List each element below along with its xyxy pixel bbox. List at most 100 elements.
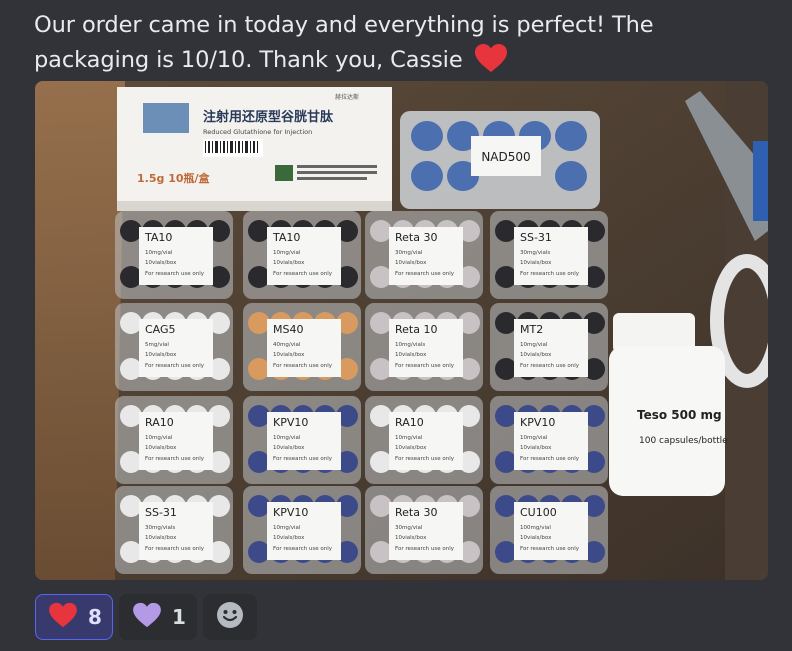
vial-count: 10vials/box: [145, 352, 177, 358]
svg-text:赫拉达斯: 赫拉达斯: [335, 93, 359, 101]
vial-name: Reta 10: [395, 323, 437, 336]
vial-name: KPV10: [273, 416, 308, 429]
vial-name: Reta 30: [395, 506, 437, 519]
vial-box: KPV10 10mg/vial 10vials/box For research us…: [490, 396, 608, 484]
vial-name: KPV10: [273, 506, 308, 519]
svg-text:Teso 500 mg: Teso 500 mg: [637, 408, 722, 422]
product-photo: 注射用还原型谷胱甘肽 Reduced Glutathione for Injec…: [35, 81, 768, 580]
vial-note: For research use only: [145, 271, 205, 277]
vial-count: 10vials/box: [145, 260, 177, 266]
vial-name: RA10: [395, 416, 424, 429]
vial-dose: 5mg/vial: [145, 342, 169, 348]
reactions-bar: 8 1: [35, 594, 257, 640]
vial-box: RA10 10mg/vial 10vials/box For research use…: [115, 396, 233, 484]
vial-note: For research use only: [273, 271, 333, 277]
svg-text:注射用还原型谷胱甘肽: 注射用还原型谷胱甘肽: [203, 109, 334, 125]
red-heart-icon: [48, 602, 78, 633]
reaction-purple-heart[interactable]: 1: [119, 594, 197, 640]
vial-count: 10vials/box: [145, 445, 177, 451]
vial-dose: 10mg/vial: [273, 250, 301, 256]
nad-box: NAD500: [400, 111, 600, 209]
vial-count: 10vials/box: [520, 535, 552, 541]
vial-note: For research use only: [520, 363, 580, 369]
vial-dose: 30mg/vials: [520, 250, 550, 256]
vial-note: For research use only: [395, 546, 455, 552]
vial-count: 10vials/box: [395, 535, 427, 541]
vial-dose: 40mg/vial: [273, 342, 301, 348]
vial-box: MT2 10mg/vial 10vials/box For research use …: [490, 303, 608, 391]
vial-name: Reta 30: [395, 231, 437, 244]
vial-count: 10vials/box: [273, 260, 305, 266]
vial-count: 10vials/box: [273, 352, 305, 358]
svg-text:NAD500: NAD500: [481, 150, 530, 164]
vial-box: MS40 40mg/vial 10vials/box For research use…: [243, 303, 361, 391]
vial-box: CU100 100mg/vial 10vials/box For research u…: [490, 486, 608, 574]
vial-dose: 30mg/vials: [145, 525, 175, 531]
vial-note: For research use only: [395, 271, 455, 277]
vial-box: Reta 30 30mg/vial 10vials/box For research …: [365, 211, 483, 299]
vial-name: TA10: [144, 231, 172, 244]
svg-text:1.5g 10瓶/盒: 1.5g 10瓶/盒: [137, 171, 211, 185]
vial-count: 10vials/box: [395, 352, 427, 358]
vial-name: SS-31: [520, 231, 552, 244]
vial-dose: 30mg/vial: [395, 525, 423, 531]
vial-name: MT2: [520, 323, 543, 336]
vial-name: TA10: [272, 231, 300, 244]
vial-note: For research use only: [145, 546, 205, 552]
vial-dose: 10mg/vial: [520, 435, 548, 441]
reaction-red-heart[interactable]: 8: [35, 594, 113, 640]
vial-note: For research use only: [273, 456, 333, 462]
vial-count: 10vials/box: [273, 445, 305, 451]
vial-dose: 100mg/vial: [520, 525, 551, 531]
vial-count: 10vials/box: [520, 352, 552, 358]
vial-dose: 10mg/vial: [145, 250, 173, 256]
vial-note: For research use only: [145, 363, 205, 369]
reaction-count: 8: [88, 605, 102, 629]
vial-note: For research use only: [145, 456, 205, 462]
vial-note: For research use only: [273, 546, 333, 552]
red-heart-emoji-icon: [474, 43, 508, 84]
vial-box: SS-31 30mg/vials 10vials/box For research u…: [490, 211, 608, 299]
vial-dose: 10mg/vial: [395, 435, 423, 441]
vial-count: 10vials/box: [395, 260, 427, 266]
svg-text:100 capsules/bottle: 100 capsules/bottle: [639, 436, 728, 446]
vial-box: Reta 10 10mg/vials 10vials/box For research…: [365, 303, 483, 391]
vial-box: Reta 30 30mg/vial 10vials/box For research …: [365, 486, 483, 574]
vial-dose: 10mg/vial: [145, 435, 173, 441]
vial-name: SS-31: [145, 506, 177, 519]
smiley-icon: [216, 601, 244, 633]
svg-text:Reduced Glutathione for Inject: Reduced Glutathione for Injection: [203, 128, 312, 136]
reaction-count: 1: [172, 605, 186, 629]
vial-dose: 10mg/vial: [520, 342, 548, 348]
vial-dose: 10mg/vial: [273, 525, 301, 531]
vial-box: TA10 10mg/vial 10vials/box For research use…: [115, 211, 233, 299]
vial-name: CAG5: [145, 323, 176, 336]
vial-box: CAG5 5mg/vial 10vials/box For research use …: [115, 303, 233, 391]
vial-note: For research use only: [520, 271, 580, 277]
vial-dose: 10mg/vials: [395, 342, 425, 348]
vial-count: 10vials/box: [520, 445, 552, 451]
add-reaction-button[interactable]: [203, 594, 257, 640]
vial-name: MS40: [273, 323, 303, 336]
vial-name: CU100: [520, 506, 557, 519]
vial-count: 10vials/box: [273, 535, 305, 541]
vial-note: For research use only: [395, 456, 455, 462]
vial-box: KPV10 10mg/vial 10vials/box For research us…: [243, 486, 361, 574]
vial-box: TA10 10mg/vial 10vials/box For research use…: [243, 211, 361, 299]
message-content: Our order came in today and everything i…: [34, 8, 774, 84]
purple-heart-icon: [132, 602, 162, 633]
vial-box: RA10 10mg/vial 10vials/box For research use…: [365, 396, 483, 484]
vial-name: RA10: [145, 416, 174, 429]
vial-count: 10vials/box: [395, 445, 427, 451]
vial-dose: 30mg/vial: [395, 250, 423, 256]
vial-count: 10vials/box: [520, 260, 552, 266]
glutathione-box: 注射用还原型谷胱甘肽 Reduced Glutathione for Injec…: [117, 87, 392, 211]
message-text: Our order came in today and everything i…: [34, 12, 654, 73]
vial-name: KPV10: [520, 416, 555, 429]
vial-note: For research use only: [395, 363, 455, 369]
vial-note: For research use only: [520, 456, 580, 462]
vial-note: For research use only: [273, 363, 333, 369]
vial-box: SS-31 30mg/vials 10vials/box For research u…: [115, 486, 233, 574]
vial-box: KPV10 10mg/vial 10vials/box For research us…: [243, 396, 361, 484]
image-attachment[interactable]: 注射用还原型谷胱甘肽 Reduced Glutathione for Injec…: [35, 81, 768, 580]
